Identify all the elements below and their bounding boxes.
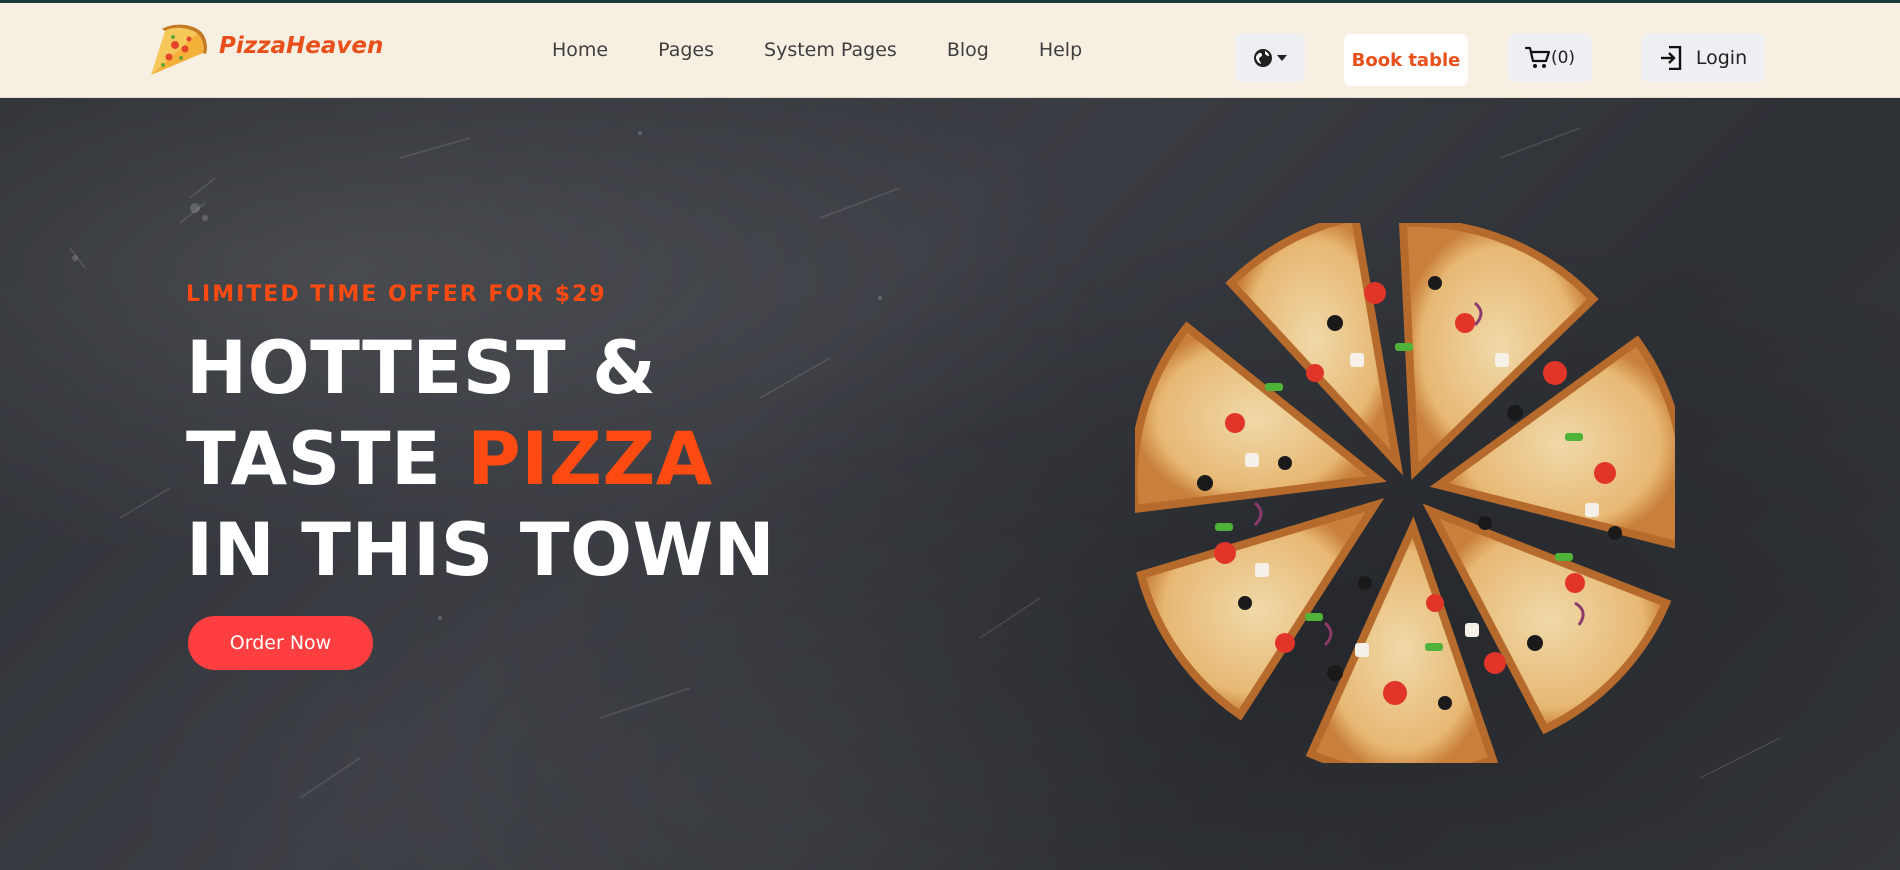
- login-label: Login: [1695, 47, 1748, 69]
- top-navbar: PizzaHeaven Home Pages System Pages Blog…: [0, 3, 1900, 98]
- nav-item-pages[interactable]: Pages: [658, 39, 714, 61]
- brand-name: PizzaHeaven: [219, 33, 384, 59]
- offer-text: LIMITED TIME OFFER FOR $29: [186, 282, 607, 307]
- cart-count: (0): [1550, 48, 1576, 68]
- headline-line-2: TASTE PIZZA: [186, 414, 775, 505]
- chevron-down-icon: [1277, 55, 1287, 61]
- headline-line-2-text: TASTE: [186, 417, 468, 502]
- book-table-button[interactable]: Book table: [1344, 34, 1468, 86]
- login-button[interactable]: Login: [1642, 34, 1765, 82]
- globe-icon: [1254, 49, 1272, 67]
- cart-button[interactable]: (0): [1508, 34, 1592, 82]
- hero-section: LIMITED TIME OFFER FOR $29 HOTTEST & TAS…: [0, 98, 1900, 870]
- language-button[interactable]: [1235, 34, 1305, 82]
- login-icon: [1660, 46, 1682, 70]
- nav-item-system-pages[interactable]: System Pages: [764, 39, 897, 61]
- headline-line-1: HOTTEST &: [186, 326, 657, 411]
- main-nav: Home Pages System Pages Blog Help: [552, 39, 1132, 61]
- headline-accent: PIZZA: [467, 417, 713, 502]
- pizza-slice-icon: [151, 24, 208, 76]
- nav-item-help[interactable]: Help: [1039, 39, 1082, 61]
- headline-line-3: IN THIS TOWN: [186, 508, 776, 593]
- hero-headline: HOTTEST & TASTE PIZZA IN THIS TOWN: [186, 323, 775, 596]
- nav-item-home[interactable]: Home: [552, 39, 608, 61]
- cart-icon: [1524, 46, 1551, 68]
- order-now-button[interactable]: Order Now: [188, 616, 373, 670]
- pizza-image: [1135, 223, 1675, 763]
- nav-item-blog[interactable]: Blog: [947, 39, 989, 61]
- brand[interactable]: PizzaHeaven: [145, 23, 383, 83]
